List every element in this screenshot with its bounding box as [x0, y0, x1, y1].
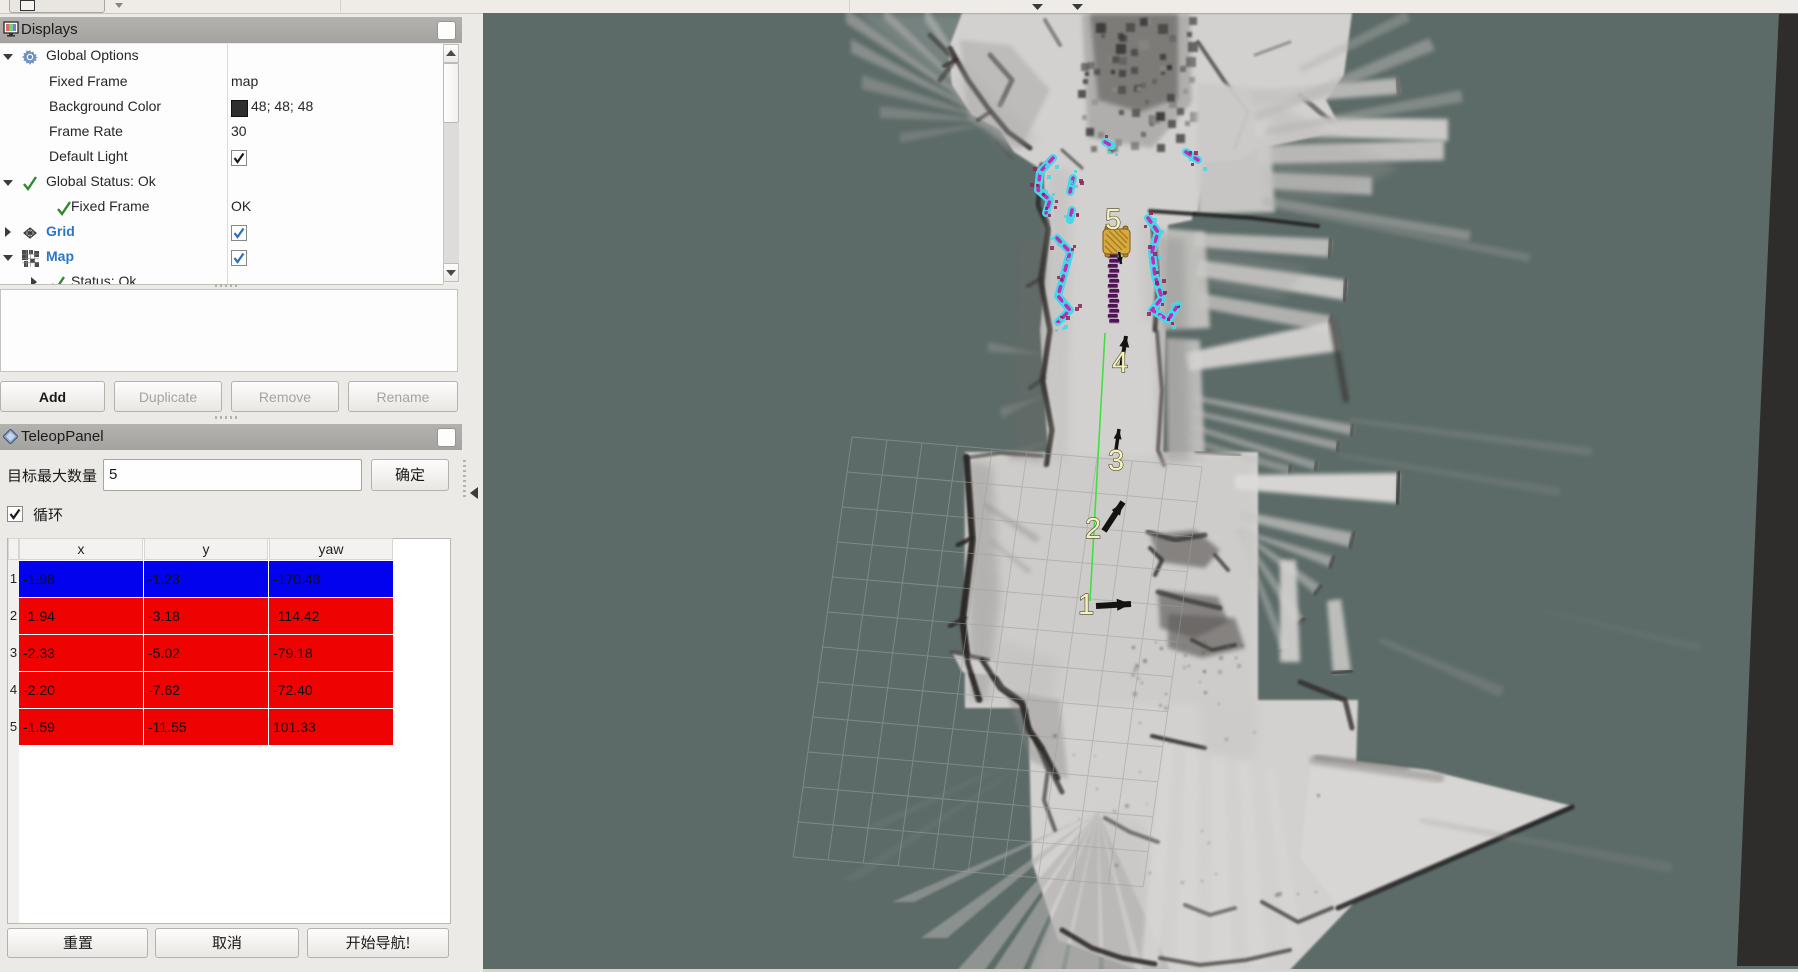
- svg-text:3: 3: [1108, 445, 1124, 477]
- svg-text:2: 2: [1085, 513, 1101, 545]
- svg-text:4: 4: [1112, 347, 1128, 379]
- svg-text:5: 5: [1105, 204, 1121, 236]
- svg-text:1: 1: [1078, 589, 1094, 621]
